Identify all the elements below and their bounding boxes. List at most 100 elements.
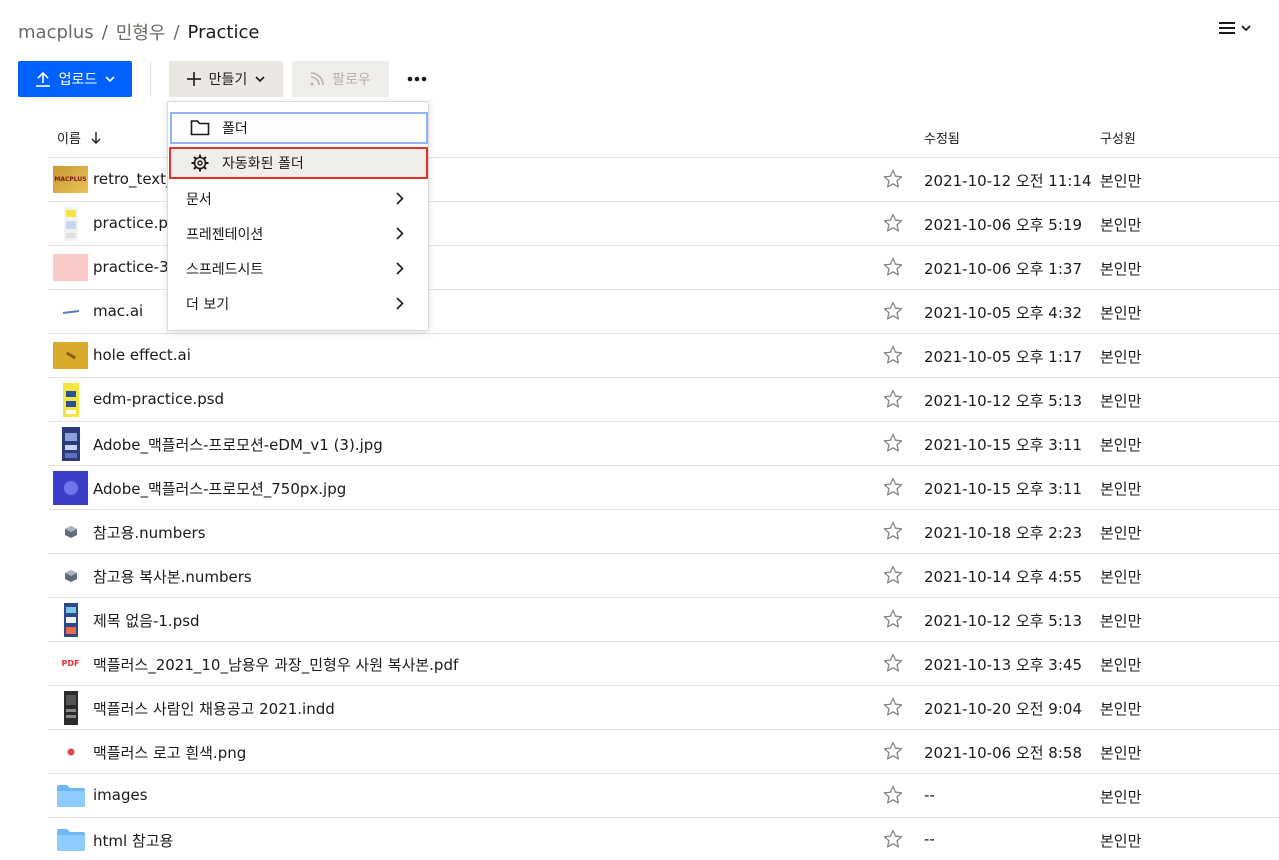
menu-item-document[interactable]: 문서: [168, 182, 428, 216]
file-name[interactable]: practice.ps: [93, 214, 176, 232]
sort-by-name[interactable]: 이름: [57, 128, 101, 147]
file-name[interactable]: hole effect.ai: [93, 346, 191, 364]
file-row[interactable]: 제목 없음-1.psd 2021-10-12 오후 5:13 본인만: [48, 598, 1279, 642]
file-name[interactable]: edm-practice.psd: [93, 390, 224, 408]
members-value: 본인만: [1100, 172, 1142, 190]
file-name[interactable]: html 참고용: [93, 830, 173, 851]
star-icon[interactable]: [883, 829, 903, 849]
follow-label: 팔로우: [332, 72, 371, 88]
folder-row[interactable]: html 참고용 -- 본인만: [48, 818, 1279, 860]
members-value: 본인만: [1100, 700, 1142, 718]
menu-item-spreadsheet[interactable]: 스프레드시트: [168, 252, 428, 286]
modified-date: 2021-10-06 오후 5:19: [924, 216, 1082, 234]
menu-item-automated-folder-label: 자동화된 폴더: [222, 156, 304, 172]
menu-item-folder-label: 폴더: [222, 121, 248, 137]
breadcrumb: macplus / 민형우 / Practice: [18, 19, 259, 45]
column-header-name: 이름: [57, 132, 81, 147]
star-icon[interactable]: [883, 521, 903, 541]
star-icon[interactable]: [883, 169, 903, 189]
menu-item-folder[interactable]: 폴더: [170, 112, 428, 144]
folder-icon: [53, 826, 88, 853]
star-icon[interactable]: [883, 785, 903, 805]
modified-date: 2021-10-15 오후 3:11: [924, 480, 1082, 498]
file-thumbnail-icon: [53, 738, 88, 765]
chevron-down-icon: [1241, 24, 1251, 31]
upload-button[interactable]: 업로드: [18, 61, 132, 97]
rss-icon: [310, 72, 324, 86]
star-icon[interactable]: [883, 653, 903, 673]
file-thumbnail-icon: [53, 690, 88, 725]
members-value: 본인만: [1100, 304, 1142, 322]
star-icon[interactable]: [883, 433, 903, 453]
star-icon[interactable]: [883, 389, 903, 409]
file-name[interactable]: 맥플러스_2021_10_남용우 과장_민형우 사원 복사본.pdf: [93, 654, 458, 675]
modified-date: --: [924, 830, 935, 848]
create-button[interactable]: 만들기: [169, 61, 283, 97]
menu-item-more[interactable]: 더 보기: [168, 287, 428, 321]
breadcrumb-separator: /: [173, 21, 180, 43]
file-row[interactable]: hole effect.ai 2021-10-05 오후 1:17 본인만: [48, 334, 1279, 378]
file-name[interactable]: 참고용.numbers: [93, 522, 206, 543]
breadcrumb-root[interactable]: macplus: [18, 22, 94, 43]
star-icon[interactable]: [883, 697, 903, 717]
members-value: 본인만: [1100, 612, 1142, 630]
file-row[interactable]: 맥플러스 사람인 채용공고 2021.indd 2021-10-20 오전 9:0…: [48, 686, 1279, 730]
menu-item-automated-folder[interactable]: 자동화된 폴더: [169, 147, 428, 179]
file-name[interactable]: images: [93, 786, 148, 804]
star-icon[interactable]: [883, 565, 903, 585]
star-icon[interactable]: [883, 477, 903, 497]
star-icon[interactable]: [883, 257, 903, 277]
file-name[interactable]: 참고용 복사본.numbers: [93, 566, 252, 587]
file-row[interactable]: 참고용 복사본.numbers 2021-10-14 오후 4:55 본인만: [48, 554, 1279, 598]
members-value: 본인만: [1100, 744, 1142, 762]
create-menu: 폴더 자동화된 폴더 문서 프레젠테이션 스프레드시트 더 보기: [167, 101, 429, 331]
column-header-members[interactable]: 구성원: [1100, 128, 1136, 147]
chevron-right-icon: [396, 262, 404, 275]
folder-row[interactable]: images -- 본인만: [48, 774, 1279, 818]
toolbar-divider: [150, 61, 151, 97]
modified-date: 2021-10-06 오전 8:58: [924, 744, 1082, 762]
file-name[interactable]: 맥플러스 사람인 채용공고 2021.indd: [93, 698, 335, 719]
file-name[interactable]: mac.ai: [93, 302, 143, 320]
file-name[interactable]: retro_text_: [93, 170, 174, 188]
file-name[interactable]: Adobe_맥플러스-프로모션-eDM_v1 (3).jpg: [93, 434, 383, 455]
modified-date: 2021-10-05 오후 1:17: [924, 348, 1082, 366]
menu-item-spreadsheet-label: 스프레드시트: [186, 262, 264, 278]
follow-button[interactable]: 팔로우: [292, 61, 389, 97]
gear-icon: [191, 154, 209, 172]
modified-date: --: [924, 786, 935, 804]
file-thumbnail-icon: PDF: [61, 659, 80, 668]
members-value: 본인만: [1100, 656, 1142, 674]
file-name[interactable]: 맥플러스 로고 흰색.png: [93, 742, 246, 763]
file-thumbnail-icon: [53, 382, 88, 417]
file-thumbnail-icon: [53, 206, 88, 241]
breadcrumb-middle[interactable]: 민형우: [116, 19, 166, 45]
file-thumbnail-icon: [53, 562, 88, 589]
column-header-modified-label: 수정됨: [924, 132, 960, 147]
modified-date: 2021-10-13 오후 3:45: [924, 656, 1082, 674]
modified-date: 2021-10-20 오전 9:04: [924, 700, 1082, 718]
star-icon[interactable]: [883, 301, 903, 321]
file-name[interactable]: practice-3: [93, 258, 169, 276]
file-name[interactable]: 제목 없음-1.psd: [93, 610, 200, 631]
members-value: 본인만: [1100, 392, 1142, 410]
chevron-down-icon: [255, 75, 265, 82]
star-icon[interactable]: [883, 741, 903, 761]
file-row[interactable]: PDF 맥플러스_2021_10_남용우 과장_민형우 사원 복사본.pdf 202…: [48, 642, 1279, 686]
star-icon[interactable]: [883, 609, 903, 629]
view-toggle-button[interactable]: [1219, 21, 1251, 35]
menu-item-presentation[interactable]: 프레젠테이션: [168, 217, 428, 251]
file-name[interactable]: Adobe_맥플러스-프로모션_750px.jpg: [93, 478, 346, 499]
file-row[interactable]: Adobe_맥플러스-프로모션-eDM_v1 (3).jpg 2021-10-15…: [48, 422, 1279, 466]
file-row[interactable]: 참고용.numbers 2021-10-18 오후 2:23 본인만: [48, 510, 1279, 554]
file-row[interactable]: 맥플러스 로고 흰색.png 2021-10-06 오전 8:58 본인만: [48, 730, 1279, 774]
star-icon[interactable]: [883, 213, 903, 233]
members-value: 본인만: [1100, 788, 1142, 806]
star-icon[interactable]: [883, 345, 903, 365]
chevron-right-icon: [396, 297, 404, 310]
ellipsis-icon: [407, 76, 427, 82]
more-actions-button[interactable]: [397, 61, 437, 97]
column-header-modified[interactable]: 수정됨: [924, 128, 960, 147]
file-row[interactable]: edm-practice.psd 2021-10-12 오후 5:13 본인만: [48, 378, 1279, 422]
file-row[interactable]: Adobe_맥플러스-프로모션_750px.jpg 2021-10-15 오후 3…: [48, 466, 1279, 510]
